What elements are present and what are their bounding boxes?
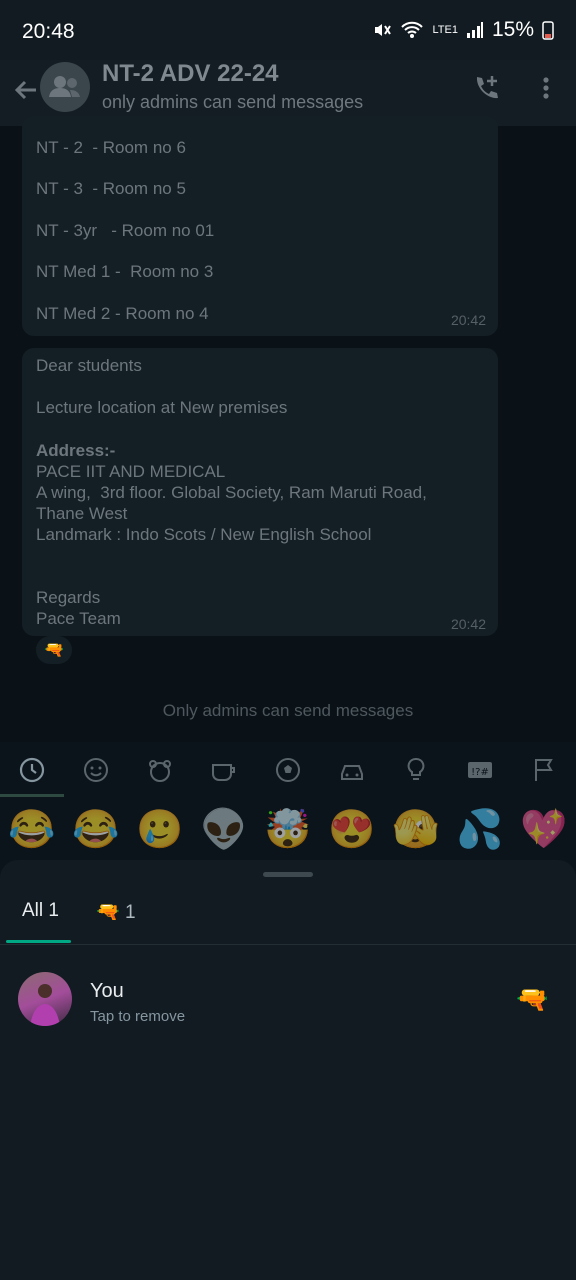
message-line: NT Med 1 - Room no 3 xyxy=(36,262,214,281)
message-line: Landmark : Indo Scots / New English Scho… xyxy=(36,525,372,544)
selected-tab-indicator xyxy=(6,940,71,943)
message-time: 20:42 xyxy=(450,312,486,328)
animal-icon[interactable] xyxy=(146,756,174,784)
message-bubble[interactable]: Dear students Lecture location at New pr… xyxy=(22,348,498,636)
emoji-item[interactable]: 💦 xyxy=(456,808,503,852)
travel-icon[interactable] xyxy=(338,756,366,784)
more-options-icon[interactable] xyxy=(536,72,556,104)
emoji-category-tabs: !?# xyxy=(0,742,576,796)
emoji-item[interactable]: 🤯 xyxy=(264,808,311,852)
message-time: 20:42 xyxy=(450,616,486,632)
user-photo-icon xyxy=(30,984,60,1026)
add-call-icon[interactable] xyxy=(470,72,502,104)
emoji-item[interactable]: 🥲 xyxy=(136,808,183,852)
tab-all-reactions[interactable]: All 1 xyxy=(22,900,59,922)
message-line: Thane West xyxy=(36,504,128,523)
message-line: NT - 3yr - Room no 01 xyxy=(36,221,215,240)
user-name: You xyxy=(90,980,124,1002)
objects-icon[interactable] xyxy=(402,756,430,784)
tab-reaction-filter[interactable]: 🔫 1 xyxy=(96,900,136,924)
emoji-item[interactable]: 😂 xyxy=(72,808,119,852)
message-line: Regards xyxy=(36,588,101,607)
signal-icon xyxy=(466,22,483,38)
divider xyxy=(0,944,576,945)
emoji-item[interactable]: 👽 xyxy=(200,808,247,852)
food-icon[interactable] xyxy=(210,756,238,784)
battery-percent: 15% xyxy=(491,18,534,41)
symbols-icon[interactable]: !?# xyxy=(466,756,494,784)
mute-icon xyxy=(375,24,392,36)
message-line: PACE IIT AND MEDICAL xyxy=(36,462,226,481)
message-bubble[interactable]: NT - 2 - Room no 6 NT - 3 - Room no 5 NT… xyxy=(22,116,498,336)
emoji-row: 😂 😂 🥲 👽 🤯 😍 🫣 💦 💖 xyxy=(0,800,576,860)
admins-only-note: Only admins can send messages xyxy=(162,701,414,720)
tap-to-remove-hint: Tap to remove xyxy=(90,1008,186,1025)
sheet-drag-handle[interactable] xyxy=(263,872,313,877)
message-line: Pace Team xyxy=(36,609,121,628)
wifi-icon xyxy=(401,21,424,38)
reaction-user-row[interactable]: You Tap to remove 🔫 xyxy=(0,970,576,1034)
message-line: Lecture location at New premises xyxy=(36,398,288,417)
message-line: NT - 2 - Room no 6 xyxy=(36,138,186,157)
emoji-item[interactable]: 😂 xyxy=(8,808,55,852)
group-avatar[interactable] xyxy=(40,62,90,112)
back-arrow-icon[interactable] xyxy=(10,74,42,106)
status-bar: 20:48 LTE1 15% xyxy=(0,0,576,60)
emoji-item[interactable]: 🫣 xyxy=(392,808,439,852)
group-icon xyxy=(49,76,80,97)
message-line: NT - 3 - Room no 5 xyxy=(36,179,186,198)
reaction-chip[interactable]: 🔫 xyxy=(36,636,72,664)
network-label: LTE1 xyxy=(432,24,458,36)
activity-icon[interactable] xyxy=(274,756,302,784)
message-line: NT Med 2 - Room no 4 xyxy=(36,304,209,323)
message-line: Dear students xyxy=(36,356,142,375)
chat-title[interactable]: NT-2 ADV 22-24 xyxy=(102,60,279,88)
reaction-emoji: 🔫 xyxy=(96,902,120,923)
svg-text:!?#: !?# xyxy=(471,767,489,778)
reaction-count: 1 xyxy=(124,902,136,923)
battery-icon xyxy=(542,21,554,40)
smiley-icon[interactable] xyxy=(82,756,110,784)
reactions-sheet: All 1 🔫 1 You Tap to remove 🔫 xyxy=(0,860,576,1280)
emoji-item[interactable]: 💖 xyxy=(520,808,567,852)
chat-subtitle: only admins can send messages xyxy=(102,92,364,112)
user-reaction-emoji: 🔫 xyxy=(516,984,549,1014)
emoji-item[interactable]: 😍 xyxy=(328,808,375,852)
message-line: Address:- xyxy=(36,441,116,460)
category-tab-indicator xyxy=(0,794,64,797)
chat-area: NT - 2 - Room no 6 NT - 3 - Room no 5 NT… xyxy=(0,116,576,796)
message-line: A wing, 3rd floor. Global Society, Ram M… xyxy=(36,483,427,502)
flags-icon[interactable] xyxy=(530,756,558,784)
recent-icon[interactable] xyxy=(18,756,46,784)
status-icons: LTE1 15% xyxy=(372,18,554,42)
status-time: 20:48 xyxy=(22,20,75,43)
avatar xyxy=(18,972,72,1026)
